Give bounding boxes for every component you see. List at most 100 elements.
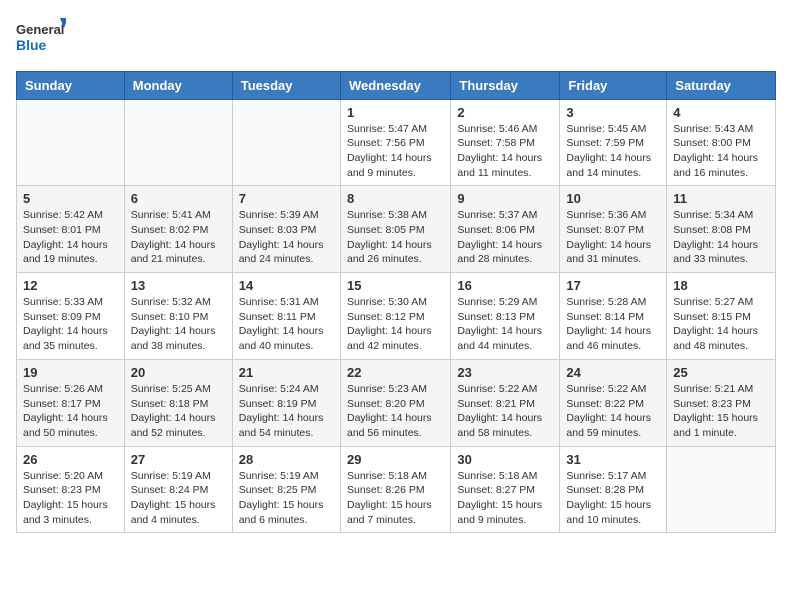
day-of-week-thursday: Thursday bbox=[451, 71, 560, 99]
day-number: 25 bbox=[673, 365, 769, 380]
day-info: Sunrise: 5:19 AM Sunset: 8:24 PM Dayligh… bbox=[131, 469, 226, 528]
calendar-cell: 30Sunrise: 5:18 AM Sunset: 8:27 PM Dayli… bbox=[451, 446, 560, 533]
calendar-cell: 11Sunrise: 5:34 AM Sunset: 8:08 PM Dayli… bbox=[667, 186, 776, 273]
day-number: 7 bbox=[239, 191, 334, 206]
day-number: 16 bbox=[457, 278, 553, 293]
calendar-cell: 1 Sunrise: 5:47 AM Sunset: 7:56 PM Daylig… bbox=[340, 99, 450, 186]
day-info: Sunrise: 5:22 AM Sunset: 8:21 PM Dayligh… bbox=[457, 382, 553, 441]
day-info: Sunrise: 5:28 AM Sunset: 8:14 PM Dayligh… bbox=[566, 295, 660, 354]
calendar-cell: 14Sunrise: 5:31 AM Sunset: 8:11 PM Dayli… bbox=[232, 273, 340, 360]
day-number: 1 bbox=[347, 105, 444, 120]
calendar-week-4: 19 Sunrise: 5:26 AM Sunset: 8:17 PM Dayli… bbox=[17, 359, 776, 446]
calendar-cell: 13 Sunrise: 5:32 AM Sunset: 8:10 PM Dayli… bbox=[124, 273, 232, 360]
day-info: Sunrise: 5:32 AM Sunset: 8:10 PM Dayligh… bbox=[131, 295, 226, 354]
calendar-cell: 16 Sunrise: 5:29 AM Sunset: 8:13 PM Dayli… bbox=[451, 273, 560, 360]
calendar-cell: 29 Sunrise: 5:18 AM Sunset: 8:26 PM Dayli… bbox=[340, 446, 450, 533]
calendar-table: SundayMondayTuesdayWednesdayThursdayFrid… bbox=[16, 71, 776, 534]
calendar-cell bbox=[667, 446, 776, 533]
calendar-week-2: 5 Sunrise: 5:42 AM Sunset: 8:01 PM Daylig… bbox=[17, 186, 776, 273]
day-info: Sunrise: 5:29 AM Sunset: 8:13 PM Dayligh… bbox=[457, 295, 553, 354]
day-info: Sunrise: 5:18 AM Sunset: 8:26 PM Dayligh… bbox=[347, 469, 444, 528]
calendar-cell: 5 Sunrise: 5:42 AM Sunset: 8:01 PM Daylig… bbox=[17, 186, 125, 273]
day-number: 14 bbox=[239, 278, 334, 293]
day-info: Sunrise: 5:47 AM Sunset: 7:56 PM Dayligh… bbox=[347, 122, 444, 181]
day-info: Sunrise: 5:46 AM Sunset: 7:58 PM Dayligh… bbox=[457, 122, 553, 181]
calendar-cell: 12 Sunrise: 5:33 AM Sunset: 8:09 PM Dayli… bbox=[17, 273, 125, 360]
calendar-cell: 3Sunrise: 5:45 AM Sunset: 7:59 PM Daylig… bbox=[560, 99, 667, 186]
day-number: 24 bbox=[566, 365, 660, 380]
calendar-cell: 20Sunrise: 5:25 AM Sunset: 8:18 PM Dayli… bbox=[124, 359, 232, 446]
calendar-cell: 6 Sunrise: 5:41 AM Sunset: 8:02 PM Daylig… bbox=[124, 186, 232, 273]
day-number: 29 bbox=[347, 452, 444, 467]
calendar-week-3: 12 Sunrise: 5:33 AM Sunset: 8:09 PM Dayli… bbox=[17, 273, 776, 360]
svg-text:Blue: Blue bbox=[16, 37, 47, 53]
calendar-week-5: 26 Sunrise: 5:20 AM Sunset: 8:23 PM Dayli… bbox=[17, 446, 776, 533]
calendar-cell: 9 Sunrise: 5:37 AM Sunset: 8:06 PM Daylig… bbox=[451, 186, 560, 273]
day-info: Sunrise: 5:37 AM Sunset: 8:06 PM Dayligh… bbox=[457, 208, 553, 267]
day-number: 26 bbox=[23, 452, 118, 467]
calendar-cell: 23 Sunrise: 5:22 AM Sunset: 8:21 PM Dayli… bbox=[451, 359, 560, 446]
day-number: 6 bbox=[131, 191, 226, 206]
day-number: 23 bbox=[457, 365, 553, 380]
day-number: 12 bbox=[23, 278, 118, 293]
calendar-body: 1 Sunrise: 5:47 AM Sunset: 7:56 PM Daylig… bbox=[17, 99, 776, 533]
calendar-cell bbox=[17, 99, 125, 186]
calendar-week-1: 1 Sunrise: 5:47 AM Sunset: 7:56 PM Daylig… bbox=[17, 99, 776, 186]
calendar-cell: 8 Sunrise: 5:38 AM Sunset: 8:05 PM Daylig… bbox=[340, 186, 450, 273]
calendar-cell bbox=[124, 99, 232, 186]
day-info: Sunrise: 5:36 AM Sunset: 8:07 PM Dayligh… bbox=[566, 208, 660, 267]
day-info: Sunrise: 5:17 AM Sunset: 8:28 PM Dayligh… bbox=[566, 469, 660, 528]
calendar-cell: 31 Sunrise: 5:17 AM Sunset: 8:28 PM Dayli… bbox=[560, 446, 667, 533]
day-of-week-wednesday: Wednesday bbox=[340, 71, 450, 99]
day-number: 8 bbox=[347, 191, 444, 206]
day-info: Sunrise: 5:45 AM Sunset: 7:59 PM Dayligh… bbox=[566, 122, 660, 181]
day-info: Sunrise: 5:39 AM Sunset: 8:03 PM Dayligh… bbox=[239, 208, 334, 267]
page-header: General Blue bbox=[16, 16, 776, 61]
day-info: Sunrise: 5:27 AM Sunset: 8:15 PM Dayligh… bbox=[673, 295, 769, 354]
day-number: 17 bbox=[566, 278, 660, 293]
calendar-cell: 18 Sunrise: 5:27 AM Sunset: 8:15 PM Dayli… bbox=[667, 273, 776, 360]
day-number: 4 bbox=[673, 105, 769, 120]
day-info: Sunrise: 5:23 AM Sunset: 8:20 PM Dayligh… bbox=[347, 382, 444, 441]
day-info: Sunrise: 5:21 AM Sunset: 8:23 PM Dayligh… bbox=[673, 382, 769, 441]
day-number: 9 bbox=[457, 191, 553, 206]
calendar-cell: 17 Sunrise: 5:28 AM Sunset: 8:14 PM Dayli… bbox=[560, 273, 667, 360]
day-number: 31 bbox=[566, 452, 660, 467]
day-number: 30 bbox=[457, 452, 553, 467]
day-of-week-sunday: Sunday bbox=[17, 71, 125, 99]
day-of-week-monday: Monday bbox=[124, 71, 232, 99]
day-number: 27 bbox=[131, 452, 226, 467]
day-info: Sunrise: 5:20 AM Sunset: 8:23 PM Dayligh… bbox=[23, 469, 118, 528]
day-info: Sunrise: 5:26 AM Sunset: 8:17 PM Dayligh… bbox=[23, 382, 118, 441]
day-info: Sunrise: 5:30 AM Sunset: 8:12 PM Dayligh… bbox=[347, 295, 444, 354]
day-of-week-tuesday: Tuesday bbox=[232, 71, 340, 99]
calendar-cell: 7 Sunrise: 5:39 AM Sunset: 8:03 PM Daylig… bbox=[232, 186, 340, 273]
calendar-cell: 21 Sunrise: 5:24 AM Sunset: 8:19 PM Dayli… bbox=[232, 359, 340, 446]
day-info: Sunrise: 5:34 AM Sunset: 8:08 PM Dayligh… bbox=[673, 208, 769, 267]
calendar-cell: 19 Sunrise: 5:26 AM Sunset: 8:17 PM Dayli… bbox=[17, 359, 125, 446]
day-of-week-saturday: Saturday bbox=[667, 71, 776, 99]
day-of-week-friday: Friday bbox=[560, 71, 667, 99]
calendar-header: SundayMondayTuesdayWednesdayThursdayFrid… bbox=[17, 71, 776, 99]
day-number: 21 bbox=[239, 365, 334, 380]
calendar-cell: 15Sunrise: 5:30 AM Sunset: 8:12 PM Dayli… bbox=[340, 273, 450, 360]
logo-container: General Blue bbox=[16, 16, 66, 61]
day-number: 19 bbox=[23, 365, 118, 380]
day-number: 18 bbox=[673, 278, 769, 293]
day-info: Sunrise: 5:41 AM Sunset: 8:02 PM Dayligh… bbox=[131, 208, 226, 267]
day-number: 2 bbox=[457, 105, 553, 120]
day-number: 5 bbox=[23, 191, 118, 206]
svg-text:General: General bbox=[16, 22, 64, 37]
day-info: Sunrise: 5:42 AM Sunset: 8:01 PM Dayligh… bbox=[23, 208, 118, 267]
logo-svg: General Blue bbox=[16, 16, 66, 56]
day-info: Sunrise: 5:25 AM Sunset: 8:18 PM Dayligh… bbox=[131, 382, 226, 441]
day-number: 13 bbox=[131, 278, 226, 293]
day-number: 22 bbox=[347, 365, 444, 380]
calendar-cell: 25 Sunrise: 5:21 AM Sunset: 8:23 PM Dayli… bbox=[667, 359, 776, 446]
calendar-cell: 4 Sunrise: 5:43 AM Sunset: 8:00 PM Daylig… bbox=[667, 99, 776, 186]
day-info: Sunrise: 5:38 AM Sunset: 8:05 PM Dayligh… bbox=[347, 208, 444, 267]
day-info: Sunrise: 5:24 AM Sunset: 8:19 PM Dayligh… bbox=[239, 382, 334, 441]
day-info: Sunrise: 5:43 AM Sunset: 8:00 PM Dayligh… bbox=[673, 122, 769, 181]
calendar-cell: 28Sunrise: 5:19 AM Sunset: 8:25 PM Dayli… bbox=[232, 446, 340, 533]
day-info: Sunrise: 5:33 AM Sunset: 8:09 PM Dayligh… bbox=[23, 295, 118, 354]
